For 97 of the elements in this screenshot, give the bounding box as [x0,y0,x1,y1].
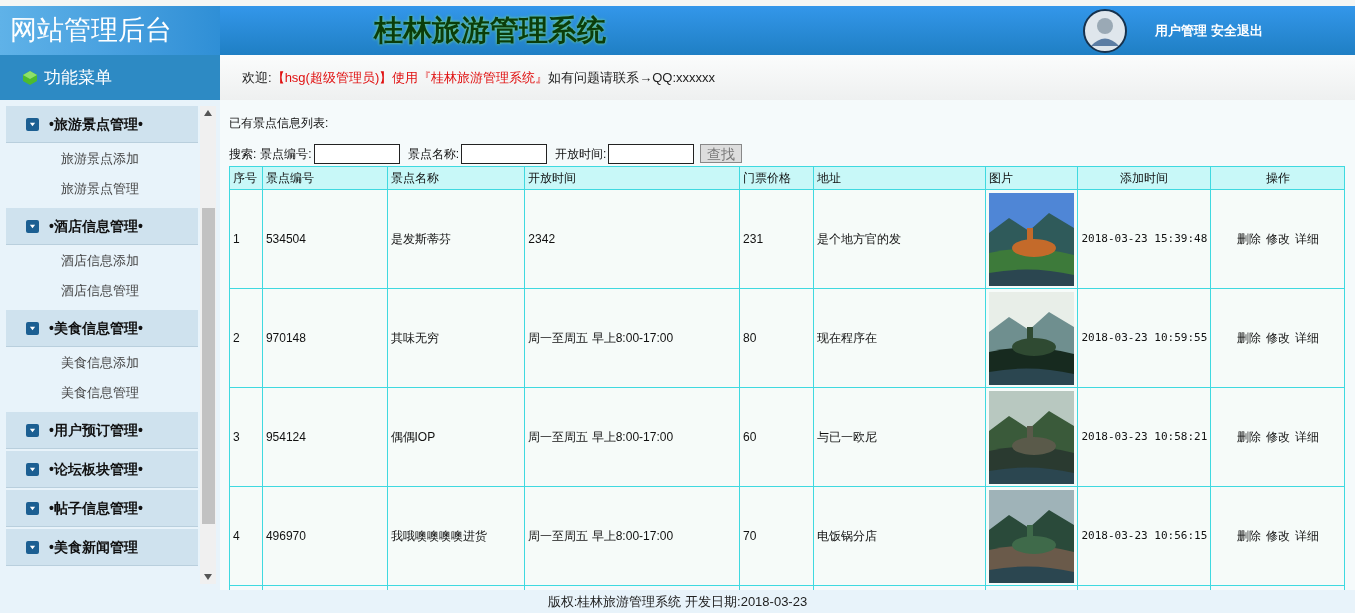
action-link[interactable]: 详细 [1294,527,1319,545]
menu-item[interactable]: 美食信息管理 [6,378,198,408]
caret-icon [26,540,39,554]
table-cell: 2018-03-23 10:58:21 [1077,387,1211,487]
menu-group-header[interactable]: •酒店信息管理• [6,208,198,245]
action-link[interactable]: 修改 [1265,329,1290,347]
table-cell: 2018-03-23 15:39:48 [1077,189,1211,289]
table-cell: 周一至周五 早上8:00-17:00 [524,288,740,388]
table-cell: 534504 [262,189,388,289]
column-header: 景点名称 [387,166,525,190]
search-label: 搜索: [229,145,257,163]
column-header: 门票价格 [739,166,814,190]
table-cell: 现在程序在 [813,288,986,388]
menu-group-label: •酒店信息管理• [49,216,143,236]
field-label: 景点名称: [407,145,460,163]
field-label: 开放时间: [555,145,607,163]
search-button[interactable]: 查找 [700,144,743,163]
table-cell: 231 [739,189,814,289]
menu-group-label: •论坛板块管理• [49,459,143,479]
column-header: 开放时间 [524,166,740,190]
menu-group-label: •帖子信息管理• [49,498,143,518]
menu-item[interactable]: 酒店信息管理 [6,276,198,306]
table-cell: 是个地方官的发 [813,189,986,289]
scrollbar[interactable] [200,106,216,584]
table-cell: 2342 [524,189,740,289]
action-link[interactable]: 详细 [1294,329,1319,347]
menu-item[interactable]: 酒店信息添加 [6,246,198,276]
action-link[interactable]: 删除 [1236,527,1261,545]
footer-text: 版权:桂林旅游管理系统 开发日期:2018-03-23 [547,592,808,611]
table-cell: 2 [229,288,263,388]
table-cell: 3 [229,387,263,487]
table-cell: 2018-03-23 10:56:15 [1077,486,1211,586]
menu-group-label: •用户预订管理• [49,420,143,440]
welcome-message: 欢迎:【hsg(超级管理员)】使用『桂林旅游管理系统』如有问题请联系→QQ:xxxxxx [242,68,716,87]
menu-item[interactable]: 美食信息添加 [6,348,198,378]
site-brand: 网站管理后台 [10,14,172,48]
table-cell: 电饭锅分店 [813,486,986,586]
list-heading: 已有景点信息列表: [229,115,330,132]
scroll-up-icon[interactable] [204,110,212,116]
table-cell: 60 [739,387,814,487]
field-label: 景点编号: [260,145,312,163]
menu-item[interactable]: 旅游景点管理 [6,174,198,204]
caret-icon [26,462,39,476]
column-header: 景点编号 [262,166,388,190]
column-header: 添加时间 [1077,166,1211,190]
action-link[interactable]: 修改 [1265,230,1290,248]
avatar-icon [1083,8,1127,53]
column-header: 图片 [985,166,1078,190]
input-field[interactable] [461,143,548,164]
table-cell: 周一至周五 早上8:00-17:00 [524,486,740,586]
caret-icon [26,321,39,335]
caret-icon [26,501,39,515]
column-header: 操作 [1210,166,1345,190]
menu-title: 功能菜单 [44,66,112,89]
table-cell: 954124 [262,387,388,487]
column-header: 地址 [813,166,986,190]
caret-icon [26,423,39,437]
menu-group-label: •旅游景点管理• [49,114,143,134]
table-cell: 周一至周五 早上8:00-17:00 [524,387,740,487]
table-cell: 2018-03-23 10:59:55 [1077,288,1211,388]
table-cell: 其味无穷 [387,288,525,388]
table-cell: 4 [229,486,263,586]
table-cell: 与已一欧尼 [813,387,986,487]
cube-icon [22,69,38,86]
menu-group-header[interactable]: •论坛板块管理• [6,451,198,488]
input-field[interactable] [608,143,695,164]
action-link[interactable]: 删除 [1236,329,1261,347]
table-cell: 70 [739,486,814,586]
table-cell: 970148 [262,288,388,388]
caret-icon [26,117,39,131]
action-link[interactable]: 删除 [1236,230,1261,248]
menu-group-header[interactable]: •帖子信息管理• [6,490,198,527]
table-cell: 80 [739,288,814,388]
action-link[interactable]: 详细 [1294,230,1319,248]
menu-group-header[interactable]: •美食新闻管理 [6,529,198,566]
table-cell: 偶偶IOP [387,387,525,487]
table-cell: 1 [229,189,263,289]
input-field[interactable] [313,143,400,164]
action-link[interactable]: 删除 [1236,428,1261,446]
menu-group-header[interactable]: •旅游景点管理• [6,106,198,143]
menu-item[interactable]: 旅游景点添加 [6,144,198,174]
system-title: 桂林旅游管理系统 [374,12,606,48]
action-link[interactable]: 修改 [1265,527,1290,545]
action-link[interactable]: 修改 [1265,428,1290,446]
table-cell: 496970 [262,486,388,586]
header-link[interactable]: 用户管理 [1155,20,1207,41]
header-link[interactable]: 安全退出 [1211,20,1263,41]
table-cell: 是发斯蒂芬 [387,189,525,289]
menu-group-label: •美食信息管理• [49,318,143,338]
caret-icon [26,219,39,233]
column-header: 序号 [229,166,263,190]
scroll-down-icon[interactable] [204,574,212,580]
table-cell: 我哦噢噢噢噢进货 [387,486,525,586]
menu-group-header[interactable]: •用户预订管理• [6,412,198,449]
action-link[interactable]: 详细 [1294,428,1319,446]
menu-group-label: •美食新闻管理 [49,537,138,557]
menu-group-header[interactable]: •美食信息管理• [6,310,198,347]
